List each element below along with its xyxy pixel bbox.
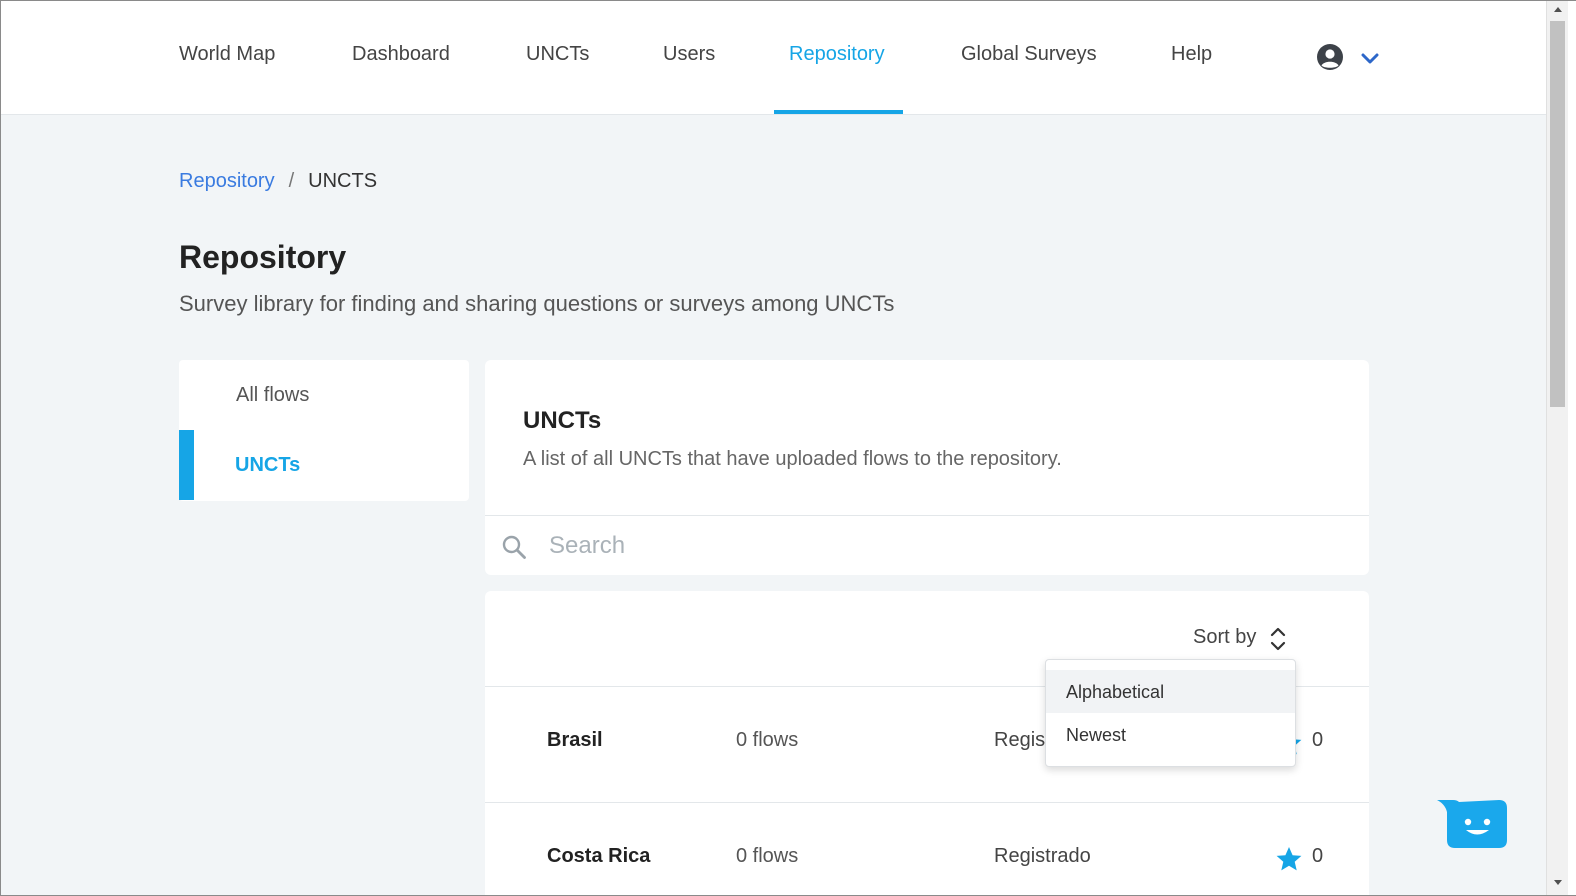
search-icon [502,535,526,559]
sidebar-menu: All flows UNCTs [179,360,469,501]
browser-viewport: World Map Dashboard UNCTs Users Reposito… [0,0,1576,896]
nav-users[interactable]: Users [663,43,715,66]
breadcrumb: Repository / UNCTS [179,170,377,193]
status-label: Registrado [994,845,1091,867]
nav-repository[interactable]: Repository [789,43,885,66]
active-tab-indicator [774,110,903,114]
star-count: 0 [1312,729,1324,751]
uncts-header-card: UNCTs A list of all UNCTs that have uplo… [485,360,1369,575]
breadcrumb-repository-link[interactable]: Repository [179,170,275,192]
chevron-down-icon[interactable] [1361,51,1379,65]
nav-uncts[interactable]: UNCTs [526,43,589,66]
nav-world-map[interactable]: World Map [179,43,275,66]
sidebar-item-label: All flows [236,384,310,406]
sort-dropdown-menu: Alphabetical Newest [1045,659,1296,767]
breadcrumb-current: UNCTS [308,170,378,192]
page-subtitle: Survey library for finding and sharing q… [179,291,895,316]
nav-help[interactable]: Help [1171,43,1212,66]
sort-by-button[interactable]: Sort by [1193,626,1256,649]
page-title: Repository [179,239,347,275]
scrollbar-thumb[interactable] [1550,21,1565,407]
user-circle-icon[interactable] [1316,43,1344,71]
sidebar-item-label: UNCTs [235,454,301,476]
nav-dashboard[interactable]: Dashboard [352,43,450,66]
vertical-scrollbar[interactable] [1546,1,1569,895]
active-indicator [179,430,194,500]
search-bar [485,515,1369,575]
top-navigation: World Map Dashboard UNCTs Users Reposito… [1,1,1546,115]
flows-count: 0 flows [736,729,799,751]
sort-option-label: Newest [1066,725,1127,745]
scroll-down-arrow-icon[interactable] [1547,873,1569,891]
unct-name[interactable]: Costa Rica [547,845,650,868]
sidebar-item-uncts[interactable]: UNCTs [179,430,469,500]
sort-option-alphabetical[interactable]: Alphabetical [1046,670,1295,713]
unct-name[interactable]: Brasil [547,729,603,752]
flows-count: 0 flows [736,845,799,867]
section-description: A list of all UNCTs that have uploaded f… [523,448,1062,470]
star-icon[interactable] [1275,845,1303,873]
chat-bot-icon[interactable] [1437,798,1507,850]
sidebar-item-all-flows[interactable]: All flows [179,360,469,430]
section-title: UNCTs [523,407,602,434]
nav-global-surveys[interactable]: Global Surveys [961,43,1097,66]
breadcrumb-separator: / [288,170,295,192]
scroll-up-arrow-icon[interactable] [1547,1,1569,19]
search-input[interactable] [549,526,1349,566]
table-row[interactable]: Costa Rica 0 flows Registrado 0 [485,803,1369,895]
star-count: 0 [1312,845,1324,867]
sort-option-newest[interactable]: Newest [1046,713,1295,756]
sort-option-label: Alphabetical [1066,682,1165,702]
sort-toggle-icon[interactable] [1269,625,1287,653]
window-edge [1568,1,1576,895]
